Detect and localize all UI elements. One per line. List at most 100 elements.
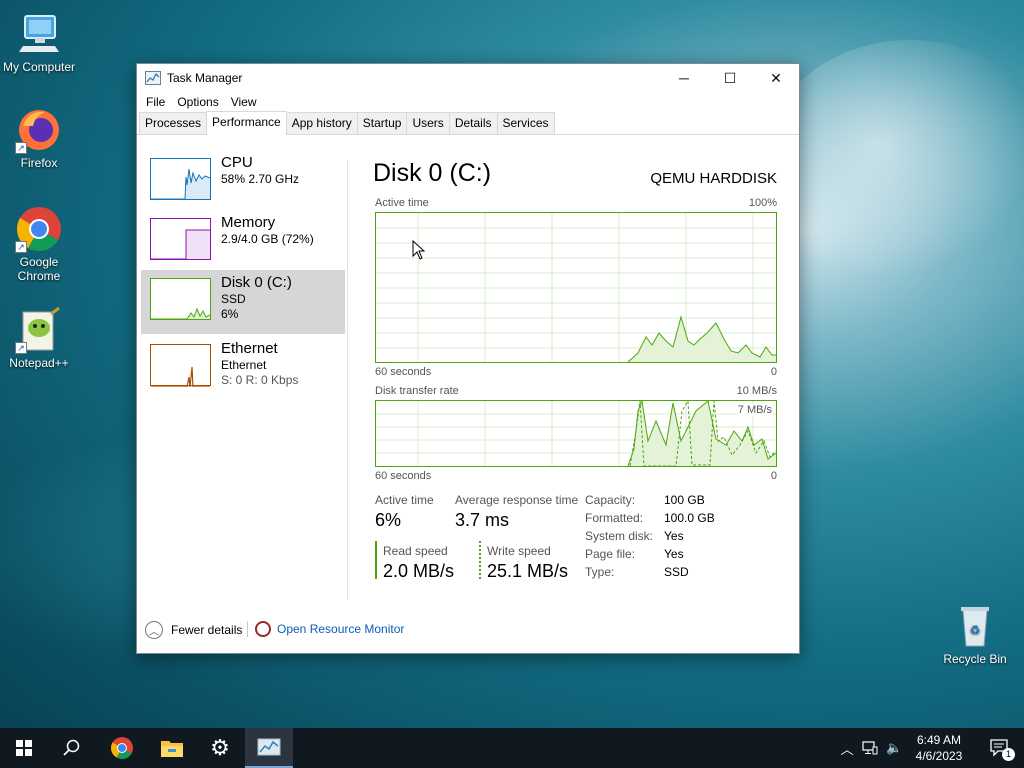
notepad-plus-plus-icon: ↗ (15, 306, 63, 354)
type-value: SSD (664, 565, 689, 579)
taskbar-clock[interactable]: 6:49 AM 4/6/2023 (900, 732, 978, 764)
desktop-icon-recycle-bin[interactable]: ♻ Recycle Bin (937, 602, 1013, 666)
start-button[interactable] (0, 728, 48, 768)
mouse-cursor-icon (412, 240, 425, 260)
task-manager-app-icon (145, 71, 161, 85)
system-tray: ︿ 🔈 (838, 728, 902, 768)
sidebar-item-detail: S: 0 R: 0 Kbps (221, 373, 299, 387)
desktop-icon-label: My Computer (2, 60, 76, 74)
recycle-bin-icon: ♻ (951, 602, 999, 650)
desktop-icon-google-chrome[interactable]: ↗ Google Chrome (1, 205, 77, 283)
resource-list: CPU 58% 2.70 GHz Memory 2.9/4.0 GB (72%) (141, 136, 345, 601)
tab-performance[interactable]: Performance (206, 111, 287, 135)
read-speed-value: 2.0 MB/s (383, 561, 455, 581)
desktop-icon-label: Notepad++ (9, 356, 69, 370)
sidebar-item-ethernet[interactable]: Ethernet Ethernet S: 0 R: 0 Kbps (141, 336, 345, 400)
disk-model: QEMU HARDDISK (650, 170, 777, 187)
avg-response-label: Average response time (455, 493, 579, 507)
pane-divider (347, 160, 348, 600)
sidebar-item-name: Ethernet (221, 340, 278, 357)
taskbar-file-explorer-button[interactable] (148, 728, 196, 768)
open-resource-monitor-link[interactable]: Open Resource Monitor (255, 621, 404, 637)
taskbar-task-manager-button[interactable] (245, 728, 293, 768)
fewer-details-label: Fewer details (171, 623, 243, 637)
avg-response-value: 3.7 ms (455, 510, 510, 530)
minimize-button[interactable]: ─ (661, 64, 707, 92)
sidebar-item-detail: 58% 2.70 GHz (221, 172, 300, 186)
search-button[interactable] (48, 728, 96, 768)
taskbar-settings-button[interactable]: ⚙ (196, 728, 244, 768)
active-time-graph (375, 212, 777, 363)
task-manager-window: Task Manager ─ ☐ ✕ File Options View Pro… (136, 63, 800, 654)
menu-file[interactable]: File (140, 95, 171, 109)
action-center-button[interactable]: 1 (976, 728, 1024, 768)
desktop-icon-my-computer[interactable]: My Computer (1, 10, 77, 74)
menu-bar: File Options View (137, 92, 799, 112)
disk-detail-panel: Disk 0 (C:) QEMU HARDDISK Active time 10… (373, 136, 777, 606)
active-time-graph-duration: 60 seconds (375, 366, 432, 378)
write-speed-label: Write speed (487, 544, 551, 558)
close-button[interactable]: ✕ (753, 64, 799, 92)
title-bar[interactable]: Task Manager ─ ☐ ✕ (137, 64, 799, 92)
disk-title: Disk 0 (C:) (373, 159, 492, 187)
write-speed-value: 25.1 MB/s (487, 561, 569, 581)
disk-thumbnail-graph (150, 278, 211, 320)
menu-view[interactable]: View (225, 95, 263, 109)
gear-icon: ⚙ (210, 735, 230, 761)
tab-startup[interactable]: Startup (356, 112, 408, 134)
write-speed-marker (479, 541, 481, 579)
clock-date: 4/6/2023 (915, 749, 963, 763)
shortcut-arrow-icon: ↗ (15, 241, 27, 253)
menu-options[interactable]: Options (171, 95, 224, 109)
desktop-icon-notepad-plus-plus[interactable]: ↗ Notepad++ (1, 306, 77, 370)
search-icon (63, 739, 80, 756)
tab-strip: Processes Performance App history Startu… (137, 111, 799, 135)
sidebar-item-memory[interactable]: Memory 2.9/4.0 GB (72%) (141, 210, 345, 274)
chevron-up-icon: ︿ (145, 621, 163, 639)
notification-count-badge: 1 (1002, 748, 1015, 761)
computer-icon (15, 10, 63, 58)
tab-app-history[interactable]: App history (285, 112, 358, 134)
sidebar-item-detail: SSD (221, 292, 246, 306)
formatted-label: Formatted: (585, 511, 644, 525)
maximize-button[interactable]: ☐ (707, 64, 753, 92)
desktop-icon-label: Google Chrome (17, 255, 61, 283)
network-icon[interactable] (862, 741, 878, 755)
footer-divider (247, 621, 248, 637)
open-resource-monitor-label: Open Resource Monitor (277, 622, 405, 636)
transfer-rate-graph-duration: 60 seconds (375, 470, 432, 482)
desktop-icon-label: Firefox (20, 156, 58, 170)
tab-users[interactable]: Users (406, 112, 450, 134)
read-speed-marker (375, 541, 377, 579)
sidebar-item-disk-0[interactable]: Disk 0 (C:) SSD 6% (141, 270, 345, 334)
chrome-icon (111, 737, 133, 759)
tab-services[interactable]: Services (496, 112, 555, 134)
tab-processes[interactable]: Processes (139, 112, 208, 134)
memory-thumbnail-graph (150, 218, 211, 260)
active-time-value: 6% (375, 510, 402, 530)
capacity-value: 100 GB (664, 493, 705, 507)
sidebar-item-cpu[interactable]: CPU 58% 2.70 GHz (141, 150, 345, 214)
sidebar-item-detail: 6% (221, 307, 239, 321)
chrome-icon: ↗ (15, 205, 63, 253)
svg-text:♻: ♻ (970, 623, 981, 637)
fewer-details-button[interactable]: ︿ Fewer details (145, 621, 242, 639)
type-label: Type: (585, 565, 615, 579)
transfer-rate-graph-min: 0 (770, 470, 777, 482)
transfer-rate-graph: 7 MB/s (375, 400, 777, 467)
show-hidden-icons-chevron-icon[interactable]: ︿ (838, 739, 856, 758)
system-disk-value: Yes (664, 529, 684, 543)
cpu-thumbnail-graph (150, 158, 211, 200)
window-footer: ︿ Fewer details Open Resource Monitor (137, 618, 799, 642)
sidebar-item-name: CPU (221, 154, 253, 171)
desktop-icon-firefox[interactable]: ↗ Firefox (1, 106, 77, 170)
taskbar: ⚙ ︿ 🔈 6:49 AM 4/6/2023 1 (0, 728, 1024, 768)
page-file-label: Page file: (585, 547, 636, 561)
shortcut-arrow-icon: ↗ (15, 342, 27, 354)
read-speed-label: Read speed (383, 544, 448, 558)
transfer-rate-graph-scale: 7 MB/s (737, 404, 772, 416)
tab-details[interactable]: Details (448, 112, 498, 134)
active-time-graph-min: 0 (770, 366, 777, 378)
active-time-label: Active time (375, 493, 434, 507)
taskbar-chrome-button[interactable] (98, 728, 146, 768)
